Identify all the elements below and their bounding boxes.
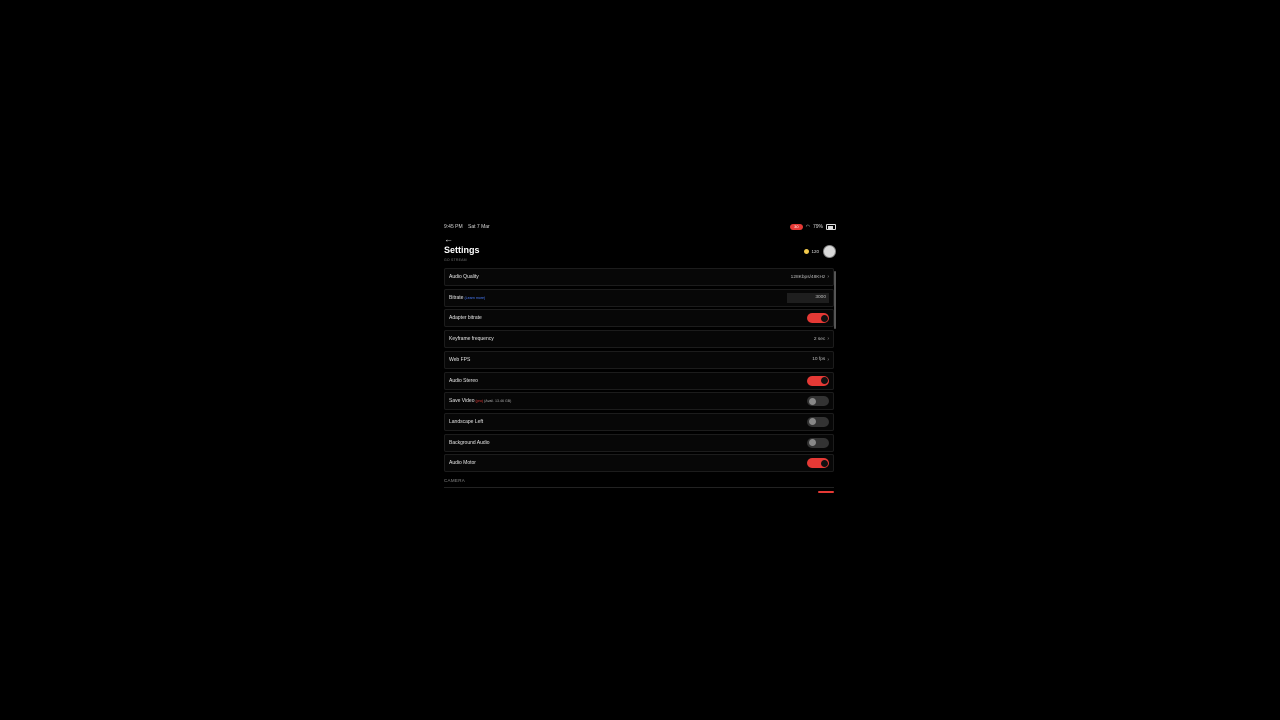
row-audio-quality[interactable]: Audio Quality 128Kbps/48KHz › [444,268,834,286]
row-label: Audio Stereo [449,377,478,384]
row-save-video: Save Video(pro)(Avail. 13.46 GB) [444,392,834,411]
row-label: Audio Quality [449,274,479,280]
row-bitrate: Bitrate(Learn more) [444,288,834,307]
pro-badge: (pro) [475,399,484,404]
row-label: Audio Motor [449,460,476,467]
avatar[interactable] [823,245,836,258]
status-time: 9:45 PM [444,224,463,230]
toggle-knob [820,377,828,385]
status-date: Sat 7 Mar [468,224,490,230]
row-audio-motor: Audio Motor [444,454,834,473]
toggle-knob [820,314,828,322]
chevron-right-icon: › [827,274,829,280]
back-arrow-icon[interactable]: ← [444,234,453,244]
section-camera-label: CAMERA [444,478,466,484]
next-toggle-peek [818,491,834,493]
toggle-knob [808,439,816,447]
audio-stereo-toggle[interactable] [807,375,829,386]
save-video-toggle[interactable] [807,396,829,407]
row-audio-stereo: Audio Stereo [444,371,834,390]
status-left: 9:45 PM Sat 7 Mar [444,224,494,230]
row-adapter-bitrate: Adapter bitrate [444,309,834,328]
battery-percent: 79% [812,224,823,230]
row-label: Bitrate(Learn more) [449,295,485,301]
coin-balance[interactable]: 120 [804,249,819,254]
row-label: Save Video(pro)(Avail. 13.46 GB) [449,398,511,404]
recording-indicator: 30 [790,224,803,230]
adapter-bitrate-toggle[interactable] [807,313,829,324]
learn-more-link[interactable]: (Learn more) [464,296,485,300]
keyframe-value: 2 sec [813,336,826,342]
row-label: Background Audio [449,439,490,446]
page-title: Settings [444,245,480,255]
row-label: Adapter bitrate [449,315,482,322]
row-value: 10 fps › [812,357,829,363]
row-landscape-left: Landscape Left [444,412,834,431]
settings-list: Audio Quality 128Kbps/48KHz › Bitrate(Le… [444,268,834,488]
row-label: Web FPS [449,356,471,363]
chevron-right-icon: › [827,336,829,343]
status-right: 30 ◠ 79% [790,224,836,230]
background-audio-toggle[interactable] [807,437,829,448]
audio-quality-value: 128Kbps/48KHz [790,274,826,280]
chevron-right-icon: › [827,356,829,363]
audio-motor-toggle[interactable] [807,458,829,469]
page-subtitle: GO STREAM [444,258,467,262]
toggle-knob [808,397,816,405]
settings-screen: 9:45 PM Sat 7 Mar 30 ◠ 79% ← Settings GO… [440,218,840,498]
coin-count: 120 [811,249,819,254]
coin-icon [804,249,810,254]
bitrate-label: Bitrate [449,294,464,301]
row-value: 128Kbps/48KHz › [791,274,829,280]
status-bar: 9:45 PM Sat 7 Mar 30 ◠ 79% [444,222,836,232]
toggle-knob [820,459,828,467]
row-background-audio: Background Audio [444,433,834,452]
landscape-left-toggle[interactable] [807,416,829,427]
scrollbar[interactable] [834,271,836,329]
battery-icon [826,224,836,230]
storage-available: (Avail. 13.46 GB) [484,399,512,404]
web-fps-value: 10 fps [812,357,826,363]
bitrate-input[interactable] [787,292,829,303]
header-actions: 120 [804,245,836,258]
row-label: Landscape Left [449,418,484,425]
save-video-label: Save Video [449,398,475,405]
row-web-fps[interactable]: Web FPS 10 fps › [444,350,834,369]
toggle-knob [808,418,816,426]
row-label: Keyframe frequency [449,336,494,343]
row-value: 2 sec › [814,336,829,342]
wifi-icon: ◠ [805,224,810,230]
row-keyframe-frequency[interactable]: Keyframe frequency 2 sec › [444,330,834,349]
section-divider [444,487,834,488]
